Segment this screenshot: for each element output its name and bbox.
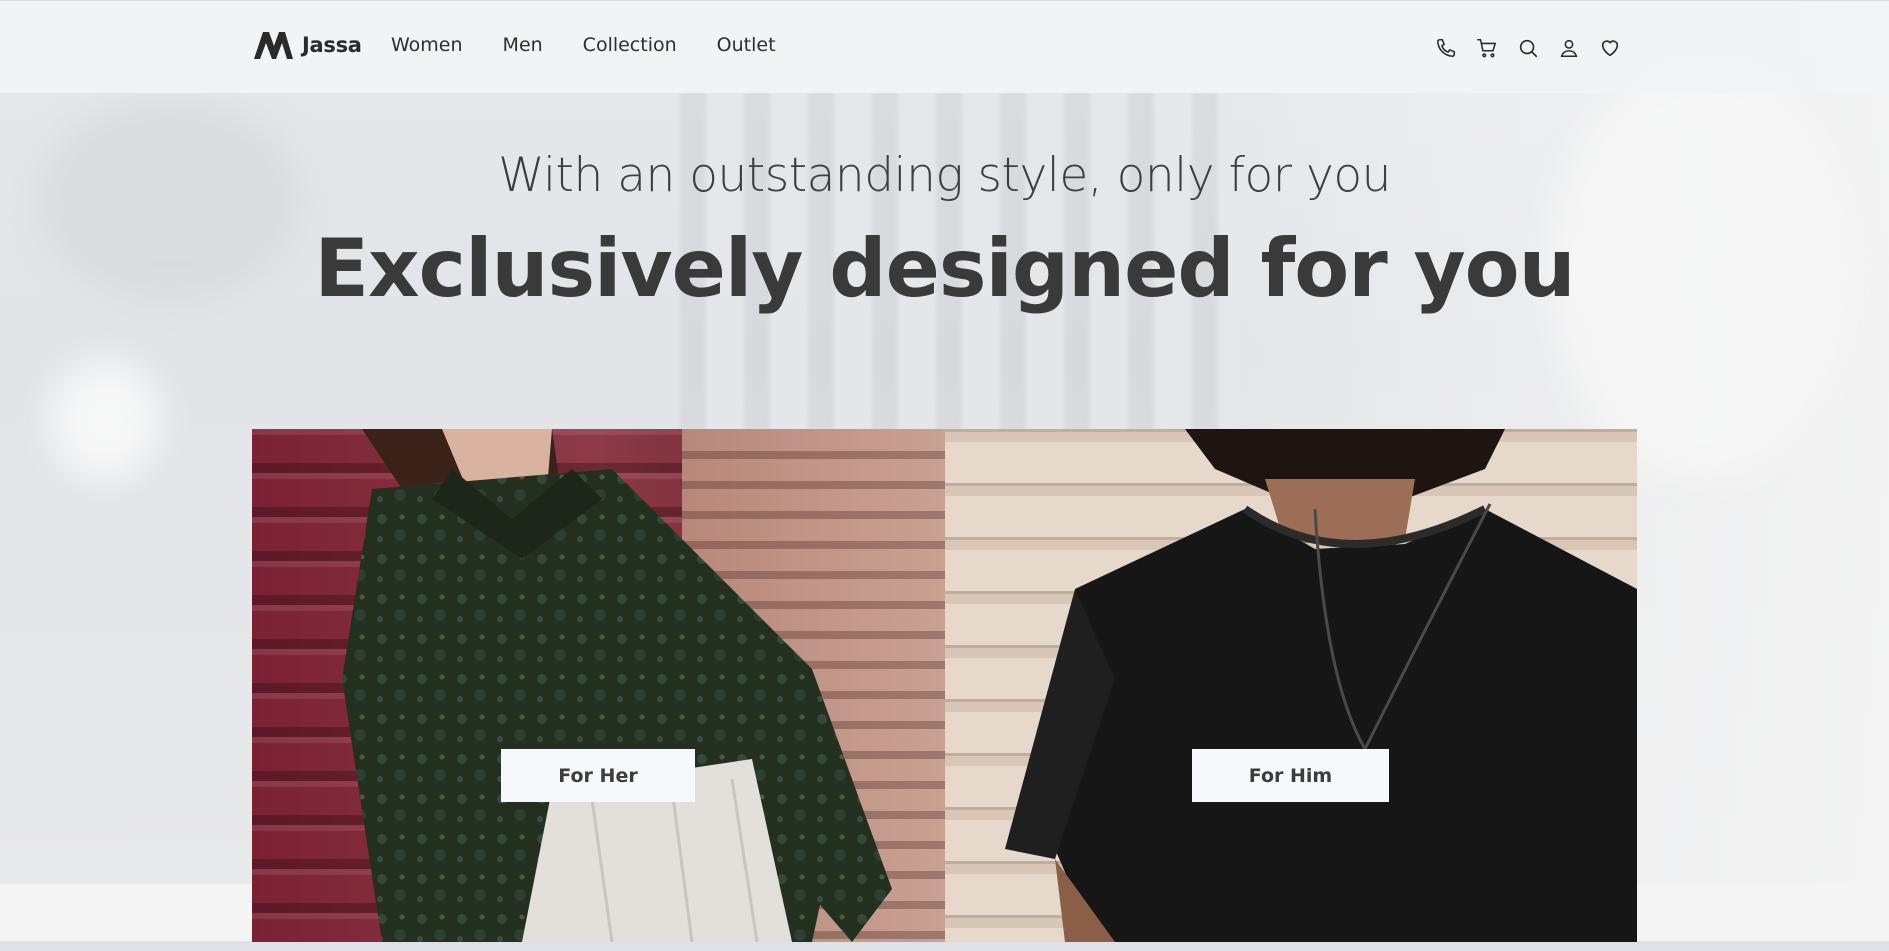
for-her-card[interactable]: For Her <box>252 429 945 942</box>
brand-name: Jassa <box>302 33 362 57</box>
hero-title: Exclusively designed for you <box>314 222 1575 315</box>
nav-item-men[interactable]: Men <box>503 34 543 56</box>
jassa-logo-icon <box>254 32 293 59</box>
main-nav: Women Men Collection Outlet <box>391 34 776 56</box>
phone-icon[interactable] <box>1435 37 1457 59</box>
brand-logo[interactable]: Jassa <box>252 29 362 61</box>
for-him-button[interactable]: For Him <box>1192 749 1389 802</box>
header-actions <box>1435 37 1621 59</box>
nav-item-collection[interactable]: Collection <box>583 34 677 56</box>
nav-item-women[interactable]: Women <box>391 34 463 56</box>
hero-blur-shape <box>50 360 160 480</box>
cart-icon[interactable] <box>1476 37 1498 59</box>
hero-subtitle: With an outstanding style, only for you <box>498 148 1391 203</box>
for-her-photo <box>252 429 945 942</box>
for-him-card[interactable]: For Him <box>945 429 1637 942</box>
search-icon[interactable] <box>1517 37 1539 59</box>
heart-icon[interactable] <box>1599 37 1621 59</box>
for-him-photo <box>945 429 1637 942</box>
next-section-edge <box>0 941 1889 951</box>
user-icon[interactable] <box>1558 37 1580 59</box>
nav-item-outlet[interactable]: Outlet <box>717 34 776 56</box>
for-her-button[interactable]: For Her <box>501 749 695 802</box>
site-header: Jassa Women Men Collection Outlet <box>0 0 1889 93</box>
